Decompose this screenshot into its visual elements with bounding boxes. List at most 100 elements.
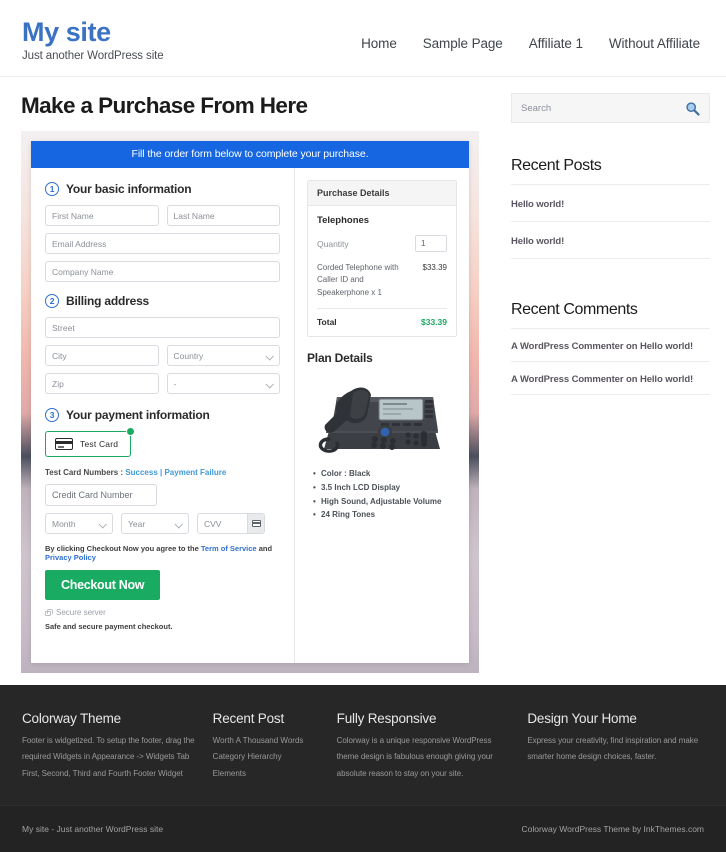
email-row: Email Address (45, 233, 280, 254)
plan-feature-item: High Sound, Adjustable Volume (313, 495, 457, 509)
footer-post-link[interactable]: Elements (213, 769, 246, 778)
footer-recent-post-list: Worth A Thousand Words Category Hierarch… (213, 733, 323, 782)
footer-widgets: Colorway Theme Footer is widgetized. To … (0, 685, 726, 805)
recent-comments-title: Recent Comments (511, 301, 710, 329)
nav-item-home[interactable]: Home (361, 36, 397, 51)
footer-bottom-bar: My site - Just another WordPress site Co… (0, 805, 726, 852)
credit-card-row: Credit Card Number (45, 484, 280, 506)
footer-widget-colorway-theme: Colorway Theme Footer is widgetized. To … (22, 711, 199, 805)
product-name: Telephones (317, 215, 370, 226)
step-2-heading: 2 Billing address (45, 294, 280, 308)
state-select[interactable]: - (166, 373, 280, 394)
purchase-details-title: Purchase Details (308, 181, 456, 206)
secure-server-label: Secure server (56, 608, 106, 617)
line-item-price: $33.39 (422, 263, 447, 272)
footer-widget-recent-post: Recent Post Worth A Thousand Words Categ… (213, 711, 323, 805)
nav-item-affiliate-1[interactable]: Affiliate 1 (529, 36, 583, 51)
footer-widget-title: Recent Post (212, 711, 285, 726)
credit-card-icon (55, 438, 73, 450)
test-success-link[interactable]: Success (125, 468, 157, 477)
content-wrapper: Make a Purchase From Here Fill the order… (0, 77, 726, 674)
terms-of-service-link[interactable]: Term of Service (201, 544, 257, 553)
footer-widget-fully-responsive: Fully Responsive Colorway is a unique re… (337, 711, 514, 805)
nav-item-sample-page[interactable]: Sample Page (423, 36, 503, 51)
purchase-details-body: Telephones Quantity 1 Corded Telephone w… (308, 206, 456, 336)
list-item[interactable]: Hello world! (511, 185, 710, 222)
city-input[interactable]: City (45, 345, 159, 366)
quantity-input[interactable]: 1 (415, 235, 447, 252)
site-title[interactable]: My site (22, 18, 164, 47)
list-item[interactable]: A WordPress Commenter on Hello world! (511, 362, 710, 395)
site-branding[interactable]: My site Just another WordPress site (22, 14, 164, 63)
list-item[interactable]: Elements (213, 766, 323, 782)
list-item[interactable]: Category Hierarchy (213, 749, 323, 765)
recent-comment-link[interactable]: A WordPress Commenter on Hello world! (511, 374, 693, 385)
search-widget[interactable]: Search (511, 93, 710, 123)
checkout-body: 1 Your basic information First Name Last… (31, 168, 469, 663)
step-2-label: Billing address (66, 294, 150, 308)
step-1-label: Your basic information (66, 182, 192, 196)
nav-item-without-affiliate[interactable]: Without Affiliate (609, 36, 700, 51)
list-item[interactable]: Hello world! (511, 222, 710, 259)
test-card-label: Test Card (80, 439, 119, 449)
plan-feature-item: 3.5 Inch LCD Display (313, 481, 457, 495)
list-item[interactable]: A WordPress Commenter on Hello world! (511, 329, 710, 362)
test-card-option[interactable]: Test Card (45, 427, 136, 457)
footer-widget-text: Express your creativity, find inspiratio… (527, 736, 699, 762)
step-3-label: Your payment information (66, 408, 210, 422)
test-card-numbers-note: Test Card Numbers : Success | Payment Fa… (45, 468, 280, 477)
recent-comment-link[interactable]: A WordPress Commenter on Hello world! (511, 341, 693, 352)
search-input[interactable]: Search (521, 103, 685, 114)
email-input[interactable]: Email Address (45, 233, 280, 254)
privacy-policy-link[interactable]: Privacy Policy (45, 553, 96, 562)
terms-notice: By clicking Checkout Now you agree to th… (45, 544, 280, 562)
sidebar: Search Recent Posts Hello world! Hello w… (500, 77, 726, 674)
recent-post-link[interactable]: Hello world! (511, 236, 564, 247)
plan-feature-item: 24 Ring Tones (313, 508, 457, 522)
footer-widget-title: Colorway Theme (22, 711, 121, 726)
company-input[interactable]: Company Name (45, 261, 280, 282)
plan-feature-item: Color : Black (313, 467, 457, 481)
footer-widget-title: Fully Responsive (336, 711, 437, 726)
footer-post-link[interactable]: Worth A Thousand Words (213, 736, 304, 745)
list-item[interactable]: Worth A Thousand Words (213, 733, 323, 749)
footer-widget-title: Design Your Home (527, 711, 637, 726)
credit-card-number-input[interactable]: Credit Card Number (45, 484, 157, 506)
footer-credit: Colorway WordPress Theme by InkThemes.co… (522, 824, 705, 834)
zip-input[interactable]: Zip (45, 373, 159, 394)
secure-server-row: Secure server (45, 608, 280, 617)
step-1-heading: 1 Your basic information (45, 182, 280, 196)
checkout-card: Fill the order form below to complete yo… (31, 141, 469, 663)
month-select[interactable]: Month (45, 513, 113, 534)
checkout-form-column: 1 Your basic information First Name Last… (31, 168, 295, 663)
site-header: My site Just another WordPress site Home… (0, 0, 726, 77)
purchase-details-box: Purchase Details Telephones Quantity 1 C… (307, 180, 457, 338)
recent-post-link[interactable]: Hello world! (511, 199, 564, 210)
plan-feature-list: Color : Black 3.5 Inch LCD Display High … (307, 467, 457, 522)
checkout-banner: Fill the order form below to complete yo… (31, 141, 469, 168)
year-select[interactable]: Year (121, 513, 189, 534)
name-row: First Name Last Name (45, 205, 280, 226)
country-select[interactable]: Country (166, 345, 280, 366)
purchase-details-column: Purchase Details Telephones Quantity 1 C… (295, 168, 469, 663)
search-icon[interactable] (685, 101, 700, 116)
primary-navigation: Home Sample Page Affiliate 1 Without Aff… (361, 14, 704, 51)
street-input[interactable]: Street (45, 317, 280, 338)
desk-phone-illustration (318, 387, 440, 453)
last-name-input[interactable]: Last Name (166, 205, 280, 226)
footer-widget-text: Footer is widgetized. To setup the foote… (22, 736, 195, 778)
checkout-now-button[interactable]: Checkout Now (45, 570, 161, 600)
street-row: Street (45, 317, 280, 338)
test-numbers-prefix: Test Card Numbers : (45, 468, 126, 477)
cvv-help-button[interactable] (247, 514, 264, 533)
quantity-label: Quantity (317, 238, 349, 249)
footer-post-link[interactable]: Category Hierarchy (213, 752, 282, 761)
lock-icon (45, 608, 53, 616)
footer-copyright: My site - Just another WordPress site (22, 824, 164, 834)
total-label: Total (317, 317, 337, 328)
step-3-number: 3 (45, 408, 59, 422)
city-country-row: City Country (45, 345, 280, 366)
first-name-input[interactable]: First Name (45, 205, 159, 226)
test-failure-link[interactable]: Payment Failure (164, 468, 226, 477)
footer-credit-link[interactable]: Colorway WordPress Theme by InkThemes.co… (522, 824, 705, 834)
